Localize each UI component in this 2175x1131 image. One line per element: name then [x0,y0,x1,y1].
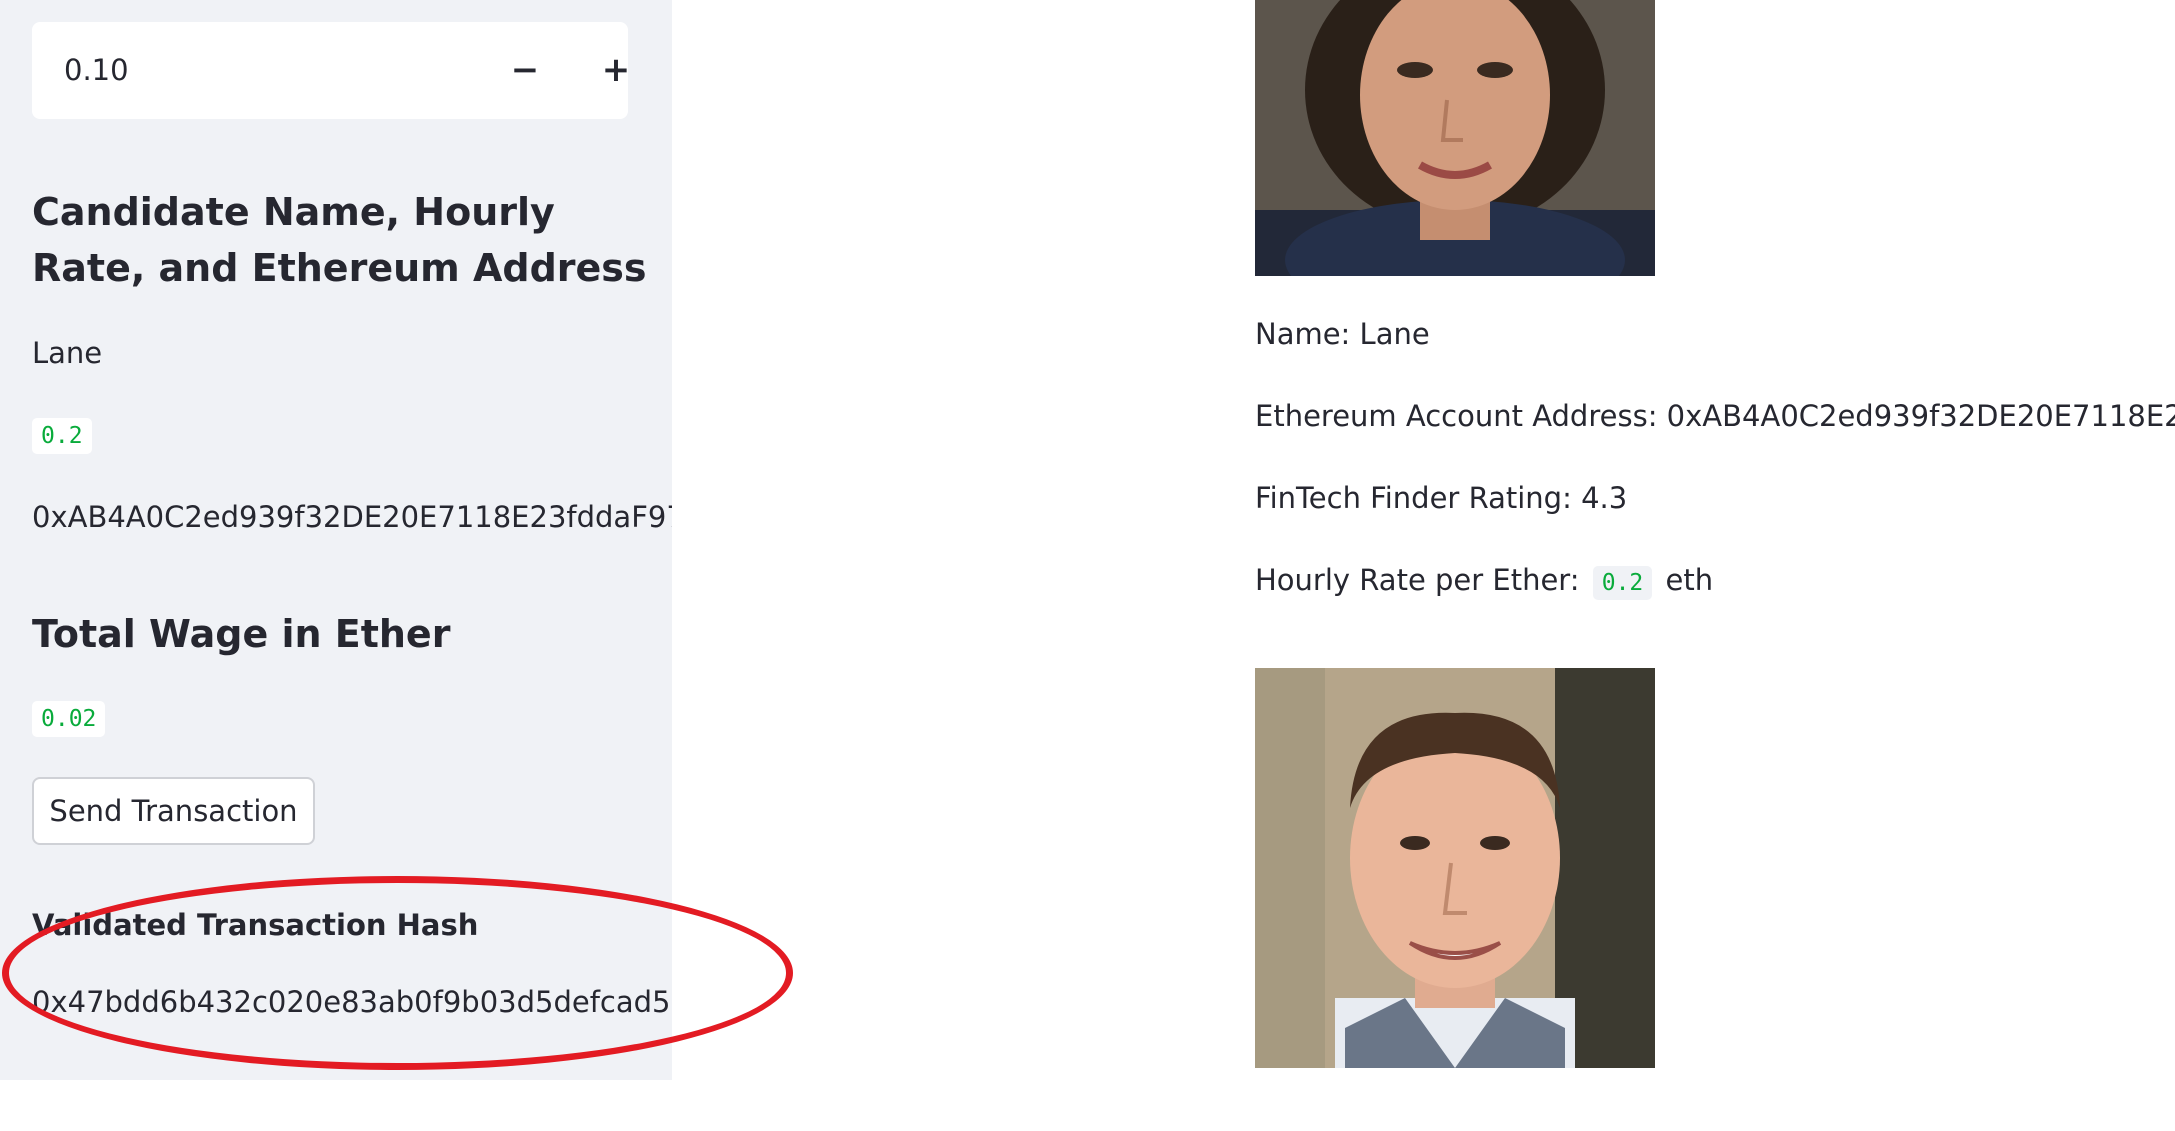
increment-button[interactable]: + [572,22,660,119]
rate-prefix: Hourly Rate per Ether: [1255,563,1580,597]
candidate-photo-second [1255,668,1655,1068]
rate-suffix: eth [1665,563,1714,597]
number-input-value[interactable]: 0.10 [64,22,129,119]
rate-value-code: 0.2 [1592,566,1653,600]
decrement-button[interactable]: − [481,22,569,119]
candidate-rate-line: Hourly Rate per Ether: 0.2 eth [1255,560,1713,603]
candidate-name: Lane [32,336,103,370]
hourly-rate-code: 0.2 [32,418,92,454]
candidate-name-line: Name: Lane [1255,317,1430,351]
candidate-rating-line: FinTech Finder Rating: 4.3 [1255,481,1628,515]
candidate-address-line: Ethereum Account Address: 0xAB4A0C2ed939… [1255,399,2175,433]
candidate-eth-address: 0xAB4A0C2ed939f32DE20E7118E23fddaF9739a [32,500,672,534]
send-transaction-button[interactable]: Send Transaction [32,777,315,845]
transaction-hash-value: 0x47bdd6b432c020e83ab0f9b03d5defcad5954f [32,985,672,1019]
total-wage-heading: Total Wage in Ether [32,612,451,656]
sidebar: 0.10 − + Candidate Name, Hourly Rate, an… [0,0,672,1080]
candidate-info-heading: Candidate Name, Hourly Rate, and Ethereu… [32,190,647,290]
total-wage-code: 0.02 [32,701,106,737]
candidate-photo-lane [1255,0,1655,276]
app-root: 0.10 − + Candidate Name, Hourly Rate, an… [0,0,2175,1131]
transaction-hash-label: Validated Transaction Hash [32,908,479,942]
number-input-stepper[interactable]: 0.10 − + [32,22,630,119]
